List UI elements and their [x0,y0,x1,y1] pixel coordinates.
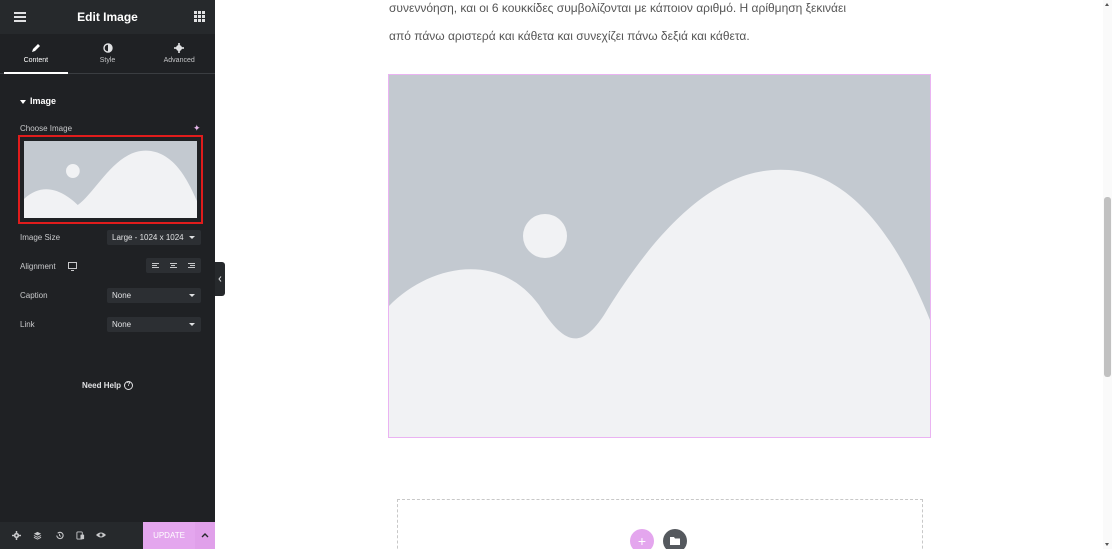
tab-content[interactable]: Content [0,34,72,74]
add-template-button[interactable] [663,529,687,549]
add-section-button[interactable]: + [630,529,654,549]
section-title: Image [30,96,57,106]
pencil-icon [31,43,41,53]
tab-style-label: Style [99,57,116,64]
align-center-button[interactable] [164,258,182,273]
link-label: Link [20,320,35,329]
image-size-label: Image Size [20,233,61,242]
chevron-down-icon [189,236,195,239]
panel-header: Edit Image [0,0,215,34]
chevron-left-icon [218,276,222,282]
hamburger-icon[interactable] [14,12,26,22]
panel-tabs: Content Style Advanced [0,34,215,74]
folder-icon [670,537,680,545]
paragraph-line-1: συνεννόηση, και οι 6 κουκκίδες συμβολίζο… [389,1,847,15]
tab-advanced-label: Advanced [163,57,195,64]
caption-select[interactable]: None [107,288,201,303]
tab-style[interactable]: Style [72,34,144,73]
caption-value: None [112,291,132,300]
empty-section-dropzone[interactable] [397,499,923,549]
caption-label: Caption [20,291,48,300]
image-widget[interactable] [388,74,931,438]
question-circle-icon: ? [124,381,134,391]
section-image-toggle[interactable]: Image [20,96,56,106]
responsive-icon[interactable] [75,530,85,540]
need-help-link[interactable]: Need Help? [0,381,215,391]
image-placeholder-thumbnail [24,141,197,218]
chevron-up-icon [201,533,209,538]
layers-icon[interactable] [32,530,42,540]
scrollbar-thumb[interactable] [1104,197,1111,377]
settings-icon[interactable] [11,530,21,540]
link-value: None [112,320,132,329]
alignment-label: Alignment [20,262,56,271]
grid-icon[interactable] [194,11,205,22]
panel-footer: UPDATE [0,522,215,549]
image-size-value: Large - 1024 x 1024 [112,233,184,242]
contrast-icon [102,43,113,53]
scroll-up-arrow-icon[interactable] [1105,3,1109,6]
editor-panel: Edit Image Content Style Advanced Image … [0,0,215,549]
image-size-select[interactable]: Large - 1024 x 1024 [107,230,201,245]
caret-down-icon [20,99,26,104]
link-select[interactable]: None [107,317,201,332]
alignment-control [146,258,201,273]
desktop-device-icon[interactable] [68,262,77,271]
image-placeholder [389,75,930,437]
tab-content-label: Content [23,57,49,64]
panel-title: Edit Image [77,10,138,24]
chevron-down-icon [189,323,195,326]
paragraph-line-2: από πάνω αριστερά και κάθετα και συνεχίζ… [389,29,750,43]
update-button[interactable]: UPDATE [143,522,195,549]
scroll-down-arrow-icon[interactable] [1105,543,1109,546]
need-help-label: Need Help [81,381,122,390]
align-right-button[interactable] [183,258,201,273]
history-icon[interactable] [54,530,64,540]
ai-sparkle-icon[interactable]: ✦ [193,123,201,134]
save-options-button[interactable] [195,522,215,549]
tab-advanced[interactable]: Advanced [143,34,215,73]
preview-eye-icon[interactable] [96,530,106,540]
chevron-down-icon [189,294,195,297]
align-left-button[interactable] [146,258,164,273]
choose-image-preview[interactable] [18,135,203,224]
collapse-panel-button[interactable] [215,262,225,296]
gear-icon [174,43,185,53]
choose-image-label: Choose Image [20,124,73,133]
